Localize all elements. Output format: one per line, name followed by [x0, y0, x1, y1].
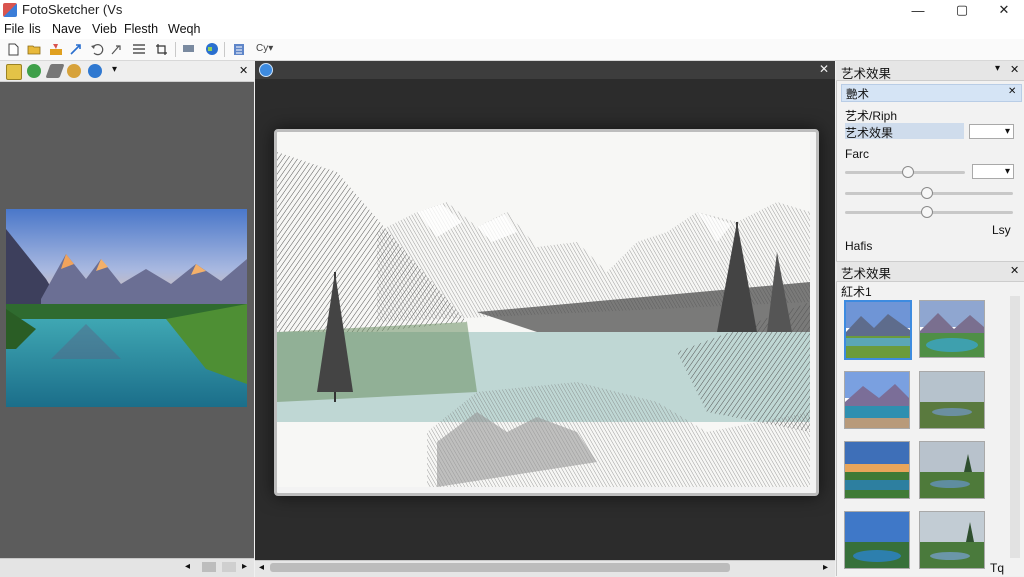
close-button[interactable]: ✕ [984, 0, 1024, 20]
side-label: Lsy [992, 223, 1011, 237]
gallery-thumbnail[interactable] [844, 371, 910, 429]
slider-thumb[interactable] [902, 166, 914, 178]
zoom-dropdown[interactable]: Cy▾ [256, 43, 282, 54]
effects-panel-close-icon[interactable]: ✕ [1010, 63, 1019, 76]
left-pane-close-icon[interactable]: ✕ [239, 64, 248, 77]
zoom-icon[interactable] [67, 64, 81, 78]
toolbar-separator [224, 42, 225, 57]
new-file-icon[interactable] [6, 42, 20, 56]
crop-icon[interactable] [155, 42, 169, 56]
menu-item-2[interactable]: lis [29, 22, 41, 36]
gallery-footer-label: Tq [990, 561, 1005, 575]
gallery-subheading: 紅术1 [841, 285, 872, 299]
menu-item-3[interactable]: Nave [52, 22, 81, 36]
next-arrow-icon[interactable]: ▸ [242, 561, 247, 572]
main-toolbar [0, 39, 1024, 61]
slider-thumb[interactable] [921, 187, 933, 199]
undo-icon[interactable] [90, 42, 104, 56]
original-photo [6, 209, 247, 407]
gallery-thumbnail[interactable] [919, 441, 985, 499]
minimize-button[interactable]: — [898, 0, 938, 20]
effects-tab-label: 艷术 [846, 89, 869, 101]
gallery-thumbnail[interactable] [919, 511, 985, 569]
list-icon[interactable] [132, 42, 146, 56]
adjust-icon[interactable] [27, 64, 41, 78]
pin-icon[interactable]: ▾ [995, 63, 1000, 74]
open-folder-icon[interactable] [27, 42, 41, 56]
gallery-panel-close-icon[interactable]: ✕ [1010, 264, 1019, 277]
toolbar-separator [175, 42, 176, 57]
effects-panel-title: 艺术效果 [841, 67, 892, 81]
footer-label: Hafis [845, 239, 873, 253]
style-heading: 艺术/Riph [845, 109, 898, 123]
status-check-icon [259, 63, 273, 77]
menu-file[interactable]: File [4, 22, 24, 36]
redo-icon[interactable] [110, 42, 124, 56]
canvas-header [255, 61, 835, 79]
chevron-down-icon[interactable]: ▾ [112, 64, 117, 75]
parameter-combo[interactable]: ▾ [972, 164, 1014, 179]
style-value: 艺术效果 [845, 126, 894, 140]
gallery-thumbnail[interactable] [919, 371, 985, 429]
app-logo-icon [3, 3, 17, 17]
menu-view[interactable]: Vieb [92, 22, 117, 36]
slider-thumb[interactable] [921, 206, 933, 218]
style-combo[interactable]: ▾ [969, 124, 1014, 139]
scroll-left-arrow[interactable]: ◂ [259, 562, 264, 573]
canvas-close-icon[interactable]: ✕ [819, 62, 829, 76]
window-title: FotoSketcher (Vs [22, 2, 123, 17]
parameter-label: Farc [845, 147, 869, 161]
menu-item-5[interactable]: Flesth [124, 22, 158, 36]
gallery-thumbnail[interactable] [844, 441, 910, 499]
gallery-thumbnail[interactable] [844, 511, 910, 569]
gallery-scrollbar[interactable] [1010, 296, 1020, 558]
effects-tab-close-icon[interactable]: ✕ [1008, 86, 1016, 97]
title-bar [0, 0, 1024, 20]
prev-arrow-icon[interactable]: ◂ [185, 561, 190, 572]
globe-icon[interactable] [205, 42, 219, 56]
scroll-right-arrow[interactable]: ▸ [823, 562, 828, 573]
maximize-button[interactable]: ▢ [942, 0, 982, 20]
gallery-thumbnail[interactable] [844, 300, 912, 360]
gallery-panel-title: 艺术效果 [841, 267, 892, 281]
save-icon[interactable] [49, 42, 63, 56]
flag-icon[interactable] [182, 42, 196, 56]
status-block [222, 562, 236, 572]
search-icon[interactable] [88, 64, 102, 78]
sketch-preview [274, 129, 819, 496]
export-icon[interactable] [69, 42, 83, 56]
document-icon[interactable] [232, 42, 246, 56]
menu-item-6[interactable]: Weqh [168, 22, 200, 36]
scroll-thumb[interactable] [270, 563, 730, 572]
open-image-icon[interactable] [6, 64, 22, 80]
gallery-thumbnail[interactable] [919, 300, 985, 358]
status-block [202, 562, 216, 572]
